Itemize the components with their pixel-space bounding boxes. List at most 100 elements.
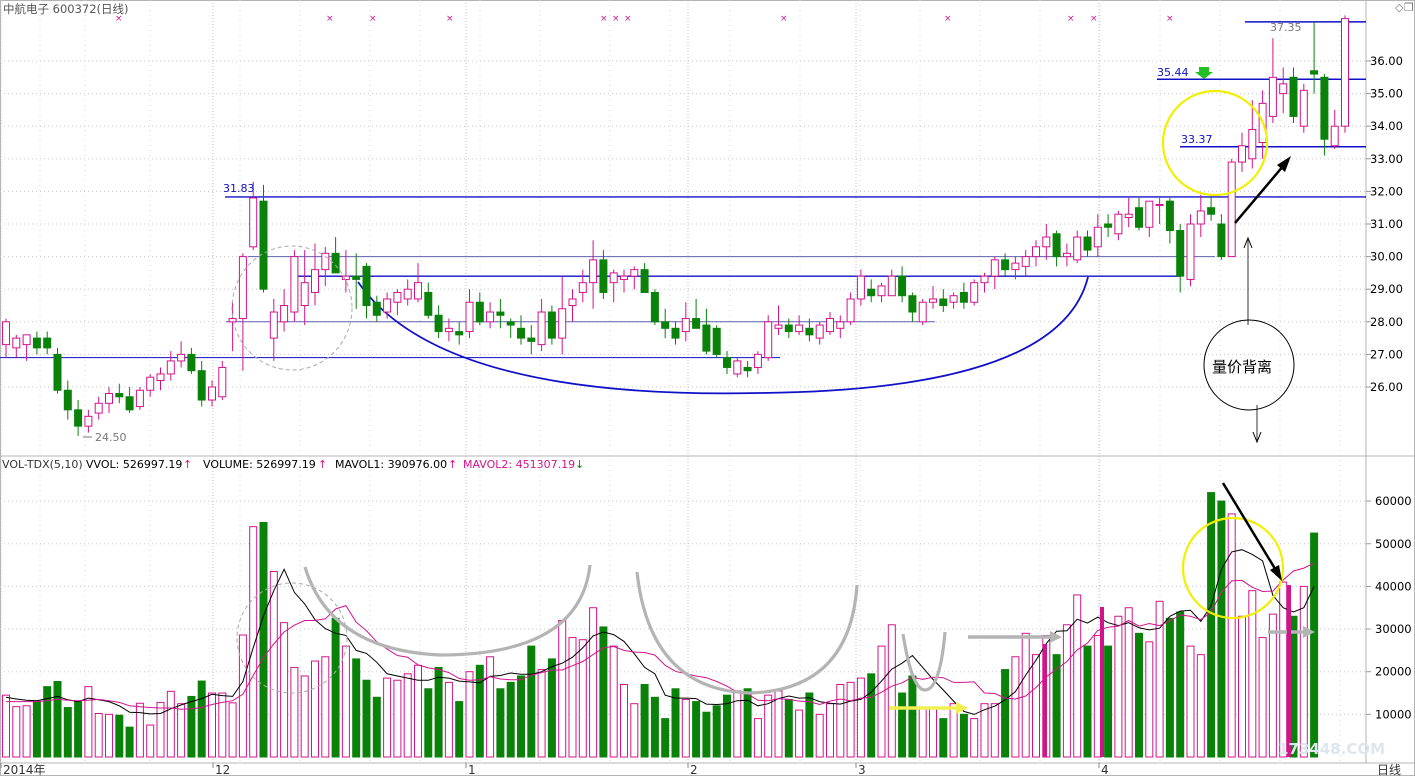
volume-bar-up — [578, 639, 587, 758]
volume-bar-down — [74, 701, 83, 758]
volume-bar-down — [63, 707, 72, 758]
volume-bar-down — [1083, 645, 1092, 758]
candle-up — [280, 305, 289, 323]
month-label: 4 — [1101, 763, 1109, 776]
candles — [2, 15, 1349, 436]
candle-down — [475, 301, 484, 323]
volume-bar-up — [1196, 654, 1205, 758]
candle-down — [197, 370, 206, 401]
mavol2-arrow: ↓ — [575, 458, 584, 471]
chart-stage: × × × × × × × × × × × × 26.00 27.00 28.00 29.00 30.00 31… — [0, 0, 1415, 777]
candle-down — [661, 321, 670, 329]
candle-down — [362, 265, 371, 307]
volume-bar-up — [558, 620, 567, 758]
volume-bar-up — [836, 683, 845, 758]
volume-bar-up — [1062, 624, 1071, 758]
volume-bar-up — [970, 718, 979, 758]
volume-bar-down — [743, 688, 752, 758]
candle-up — [12, 337, 21, 349]
volume-bar-down — [1310, 532, 1319, 758]
candle-up — [1238, 145, 1246, 163]
candle-down — [743, 366, 752, 372]
candle-up — [764, 321, 773, 359]
volume-bar-down — [712, 705, 721, 758]
restore-window-icon[interactable]: ❐ — [1404, 1, 1414, 14]
highlight-volume-spike — [1287, 585, 1291, 757]
volume-bar-up — [1032, 654, 1040, 758]
high-price-label: 37.35 — [1270, 21, 1302, 34]
candle-up — [733, 360, 742, 375]
event-marker: × — [612, 14, 620, 24]
volume-bar-down — [599, 626, 608, 758]
candle-up — [589, 259, 598, 284]
black-arrow-up-shaft — [1234, 164, 1285, 224]
volume-bar-up — [877, 645, 886, 758]
candle-down — [187, 353, 196, 372]
volume-bar-down — [1207, 492, 1216, 758]
volume-bar-up — [321, 656, 330, 758]
volume-bar-up — [856, 677, 865, 758]
candle-up — [1186, 223, 1195, 280]
watermark: 173448.COM — [1278, 740, 1385, 758]
green-down-arrow-icon — [1195, 67, 1213, 79]
candle-down — [1176, 230, 1185, 277]
volume-bar-up — [393, 679, 402, 758]
volume-tick-label: 30000 — [1375, 622, 1412, 636]
candle-up — [1042, 236, 1051, 248]
volume-bar-down — [723, 694, 731, 758]
event-marker: × — [780, 14, 788, 24]
price-tick-label: 26.00 — [1370, 380, 1403, 394]
volume-bar-down — [1289, 615, 1298, 758]
volume-bar-up — [589, 607, 598, 758]
volume-bar-up — [269, 570, 278, 758]
candle-down — [53, 353, 62, 391]
volume-bar-up — [1186, 645, 1195, 758]
candle-down — [352, 275, 361, 280]
volume-bar-down — [959, 713, 968, 758]
volume-bar-up — [753, 718, 762, 758]
diamond-icon[interactable]: ◇ — [1395, 1, 1403, 14]
candle-down — [434, 314, 443, 333]
candle-up — [269, 311, 278, 339]
candle-up — [681, 318, 690, 333]
candle-down — [115, 393, 124, 398]
volume-bar-up — [105, 713, 113, 758]
candle-down — [1083, 236, 1092, 251]
volume-bar-down — [331, 617, 340, 758]
candle-down — [702, 324, 711, 352]
candle-up — [166, 360, 175, 375]
candle-up — [465, 301, 474, 333]
chart-title: 中航电子 600372(日线) — [3, 2, 129, 16]
candle-down — [455, 331, 464, 336]
volume-bar-up — [826, 703, 834, 758]
candle-up — [558, 308, 567, 339]
candle-up — [568, 298, 577, 307]
volume-bar-down — [32, 701, 41, 758]
mavol1-arrow: ↑ — [448, 458, 457, 471]
candle-up — [414, 282, 422, 300]
volume-bar-up — [280, 622, 289, 758]
volume-bar-down — [1052, 654, 1061, 758]
volume-bar-up — [465, 671, 474, 758]
candle-up — [208, 386, 216, 401]
volume-bar-up — [620, 683, 628, 758]
volume-bar-down — [259, 521, 268, 758]
volume-bar-up — [681, 698, 690, 758]
candle-up — [1227, 161, 1236, 258]
candle-down — [908, 295, 917, 313]
candle-up — [1073, 236, 1082, 261]
candle-up — [578, 282, 587, 293]
volume-bar-up — [166, 690, 175, 758]
candle-down — [599, 259, 608, 293]
volume-bar-down — [125, 726, 134, 758]
price-tick-label: 31.00 — [1370, 217, 1403, 231]
volume-bar-down — [455, 701, 464, 758]
candle-down — [1310, 70, 1319, 75]
volume-bar-down — [650, 696, 659, 758]
volume-bar-up — [156, 701, 165, 758]
volume-bar-up — [146, 724, 155, 758]
candle-up — [980, 275, 989, 284]
volume-bar-up — [177, 703, 186, 758]
month-label: 12 — [215, 763, 230, 776]
candle-down — [712, 327, 721, 355]
